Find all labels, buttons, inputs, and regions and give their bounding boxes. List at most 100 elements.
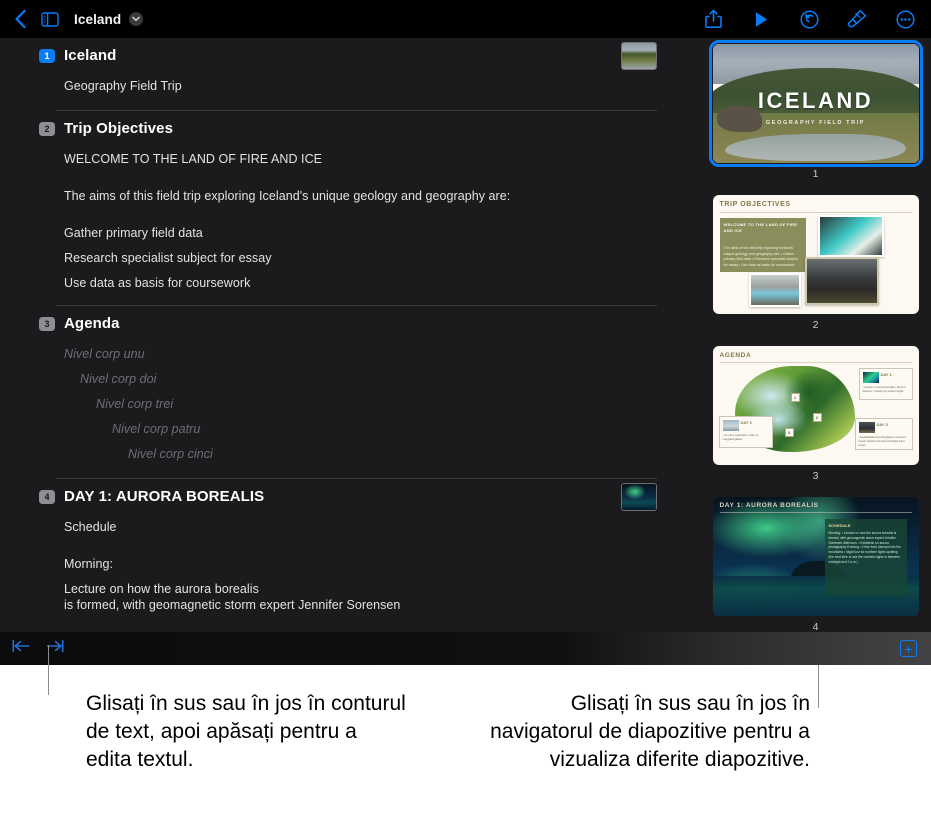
outline-slide-title[interactable]: Trip Objectives xyxy=(64,120,173,137)
card-title: DAY 3 xyxy=(876,422,888,427)
right-callout-text: Glisați în sus sau în jos în navigatorul… xyxy=(490,692,810,771)
outline-slide-title[interactable]: DAY 1: AURORA BOREALIS xyxy=(64,488,264,505)
outline-placeholder-line[interactable]: Nivel corp patru xyxy=(112,416,700,441)
aurora-thumbnail-art xyxy=(622,483,656,510)
toolbar-actions-group xyxy=(699,5,931,33)
lava-field-photo xyxy=(804,257,879,305)
sidebar-toggle-button[interactable] xyxy=(36,5,64,33)
card-title: DAY 2 xyxy=(740,420,752,425)
outline-pane[interactable]: 1 Iceland Geography Field Trip 2 Trip Ob… xyxy=(0,38,700,665)
schedule-box-title: SCHEDULE xyxy=(828,523,851,528)
card-image xyxy=(722,420,739,431)
document-title[interactable]: Iceland xyxy=(74,12,121,27)
undo-icon xyxy=(799,9,819,29)
outline-placeholder-line[interactable]: Nivel corp doi xyxy=(80,366,700,391)
play-button[interactable] xyxy=(747,5,775,33)
slide-thumbnail[interactable]: ICELAND GEOGRAPHY FIELD TRIP xyxy=(708,40,923,167)
outline-body-line[interactable]: Lecture on how the aurora borealis xyxy=(64,576,700,596)
back-button[interactable] xyxy=(6,5,34,33)
add-slide-button[interactable]: + xyxy=(900,640,917,657)
outdent-arrow-icon xyxy=(12,639,30,653)
outline-placeholder-line[interactable]: Nivel corp cinci xyxy=(128,441,700,466)
slide-number-label: 1 xyxy=(812,168,819,180)
objectives-box-title: WELCOME TO THE LAND OF FIRE AND ICE xyxy=(723,222,798,233)
outline-body-line[interactable]: Gather primary field data xyxy=(64,220,700,245)
landscape-thumbnail-art xyxy=(622,42,656,69)
outline-body-line[interactable]: WELCOME TO THE LAND OF FIRE AND ICE xyxy=(64,146,700,171)
outline-slide-thumbnail[interactable] xyxy=(621,41,657,70)
outline-slide-4: 4 DAY 1: AURORA BOREALIS Schedule Mornin… xyxy=(0,479,700,617)
outline-body-spacer xyxy=(64,539,700,551)
slide-number-label: 2 xyxy=(812,319,819,331)
slide-subtitle-text: GEOGRAPHY FIELD TRIP xyxy=(765,120,866,127)
right-callout-leader-line xyxy=(818,665,819,708)
outline-title-row[interactable]: 4 DAY 1: AURORA BOREALIS xyxy=(0,479,700,514)
slide-2-artwork: TRIP OBJECTIVES WELCOME TO THE LAND OF F… xyxy=(713,195,919,314)
outline-body-line[interactable]: Use data as basis for coursework xyxy=(64,270,700,295)
navigator-slide-4[interactable]: DAY 1: AURORA BOREALIS SCHEDULE Morning:… xyxy=(711,491,921,642)
outline-content: 1 Iceland Geography Field Trip 2 Trip Ob… xyxy=(0,38,700,617)
outline-title-row[interactable]: 2 Trip Objectives xyxy=(0,111,700,146)
outline-body-line[interactable]: Morning: xyxy=(64,551,700,576)
chevron-left-icon xyxy=(14,9,26,29)
blue-lagoon-photo xyxy=(817,215,884,257)
slide-4-artwork: DAY 1: AURORA BOREALIS SCHEDULE Morning:… xyxy=(712,497,919,616)
slide-heading-text: DAY 1: AURORA BOREALIS xyxy=(719,502,819,509)
outline-placeholder-line[interactable]: Nivel corp unu xyxy=(64,341,700,366)
outline-slide-thumbnail[interactable] xyxy=(621,482,657,511)
outline-placeholder-line[interactable]: Nivel corp trei xyxy=(96,391,700,416)
slide-thumbnail[interactable]: AGENDA 1 2 3 DAY 1 • Lecture on aurora b… xyxy=(712,346,919,465)
indent-controls xyxy=(0,639,64,658)
schedule-box: SCHEDULE Morning: • Lecture on how the a… xyxy=(824,519,907,595)
share-icon xyxy=(704,9,722,28)
agenda-card-day2: DAY 2 • Ice cave exploration • Hike on L… xyxy=(718,416,773,448)
outdent-button[interactable] xyxy=(12,639,30,658)
format-button[interactable] xyxy=(843,5,871,33)
geothermal-photo xyxy=(748,273,801,307)
outline-title-row[interactable]: 1 Iceland xyxy=(0,38,700,73)
share-button[interactable] xyxy=(699,5,727,33)
navigator-slide-2[interactable]: TRIP OBJECTIVES WELCOME TO THE LAND OF F… xyxy=(711,189,921,340)
outline-slide-title[interactable]: Iceland xyxy=(64,47,116,64)
outline-body-line[interactable]: Geography Field Trip xyxy=(64,73,700,98)
slide-navigator[interactable]: ICELAND GEOGRAPHY FIELD TRIP 1 TRIP OBJE… xyxy=(700,38,931,665)
objectives-box-body: The aims of this field trip exploring Ic… xyxy=(723,246,798,267)
outline-body-line[interactable]: is formed, with geomagnetic storm expert… xyxy=(64,596,700,618)
card-body: • Lecture on aurora borealis • Drive to … xyxy=(862,386,906,393)
river-layer xyxy=(724,134,907,161)
card-title: DAY 1 xyxy=(880,372,892,377)
keynote-app-window: Iceland 1 Iceland Geography Field Trip 2… xyxy=(0,0,931,665)
slide-number-badge[interactable]: 2 xyxy=(39,121,55,136)
slide-heading-text: AGENDA xyxy=(719,352,752,359)
chevron-down-icon xyxy=(132,16,140,22)
agenda-card-day1: DAY 1 • Lecture on aurora borealis • Dri… xyxy=(858,368,913,400)
slide-number-badge[interactable]: 3 xyxy=(39,316,55,331)
document-title-menu-button[interactable] xyxy=(129,12,144,26)
outline-body-spacer xyxy=(64,208,700,220)
navigator-slide-3[interactable]: AGENDA 1 2 3 DAY 1 • Lecture on aurora b… xyxy=(711,340,921,491)
slide-thumbnail[interactable]: DAY 1: AURORA BOREALIS SCHEDULE Morning:… xyxy=(712,497,919,616)
play-icon xyxy=(755,11,767,27)
map-pin: 3 xyxy=(784,428,794,437)
objectives-text-box: WELCOME TO THE LAND OF FIRE AND ICE The … xyxy=(719,218,806,272)
navigator-slide-1[interactable]: ICELAND GEOGRAPHY FIELD TRIP 1 xyxy=(708,38,923,189)
slide-1-artwork: ICELAND GEOGRAPHY FIELD TRIP xyxy=(712,44,919,163)
card-image xyxy=(858,422,875,433)
slide-thumbnail[interactable]: TRIP OBJECTIVES WELCOME TO THE LAND OF F… xyxy=(712,195,919,314)
slide-number-badge[interactable]: 1 xyxy=(39,48,55,63)
slide-number-badge[interactable]: 4 xyxy=(39,489,55,504)
outline-body-line[interactable]: Schedule xyxy=(64,514,700,539)
outline-slide-title[interactable]: Agenda xyxy=(64,315,120,332)
outline-body-line[interactable]: The aims of this field trip exploring Ic… xyxy=(64,183,700,208)
undo-button[interactable] xyxy=(795,5,823,33)
outline-body-spacer xyxy=(64,171,700,183)
more-button[interactable] xyxy=(891,5,919,33)
outline-slide-1: 1 Iceland Geography Field Trip xyxy=(0,38,700,111)
outline-slide-2: 2 Trip Objectives WELCOME TO THE LAND OF… xyxy=(0,111,700,306)
outline-body-line[interactable]: Research specialist subject for essay xyxy=(64,245,700,270)
map-pin: 1 xyxy=(790,393,800,402)
schedule-box-body: Morning: • Lecture on how the aurora bor… xyxy=(828,531,901,564)
card-image xyxy=(862,372,879,383)
sidebar-toggle-icon xyxy=(41,11,59,27)
outline-title-row[interactable]: 3 Agenda xyxy=(0,306,700,341)
